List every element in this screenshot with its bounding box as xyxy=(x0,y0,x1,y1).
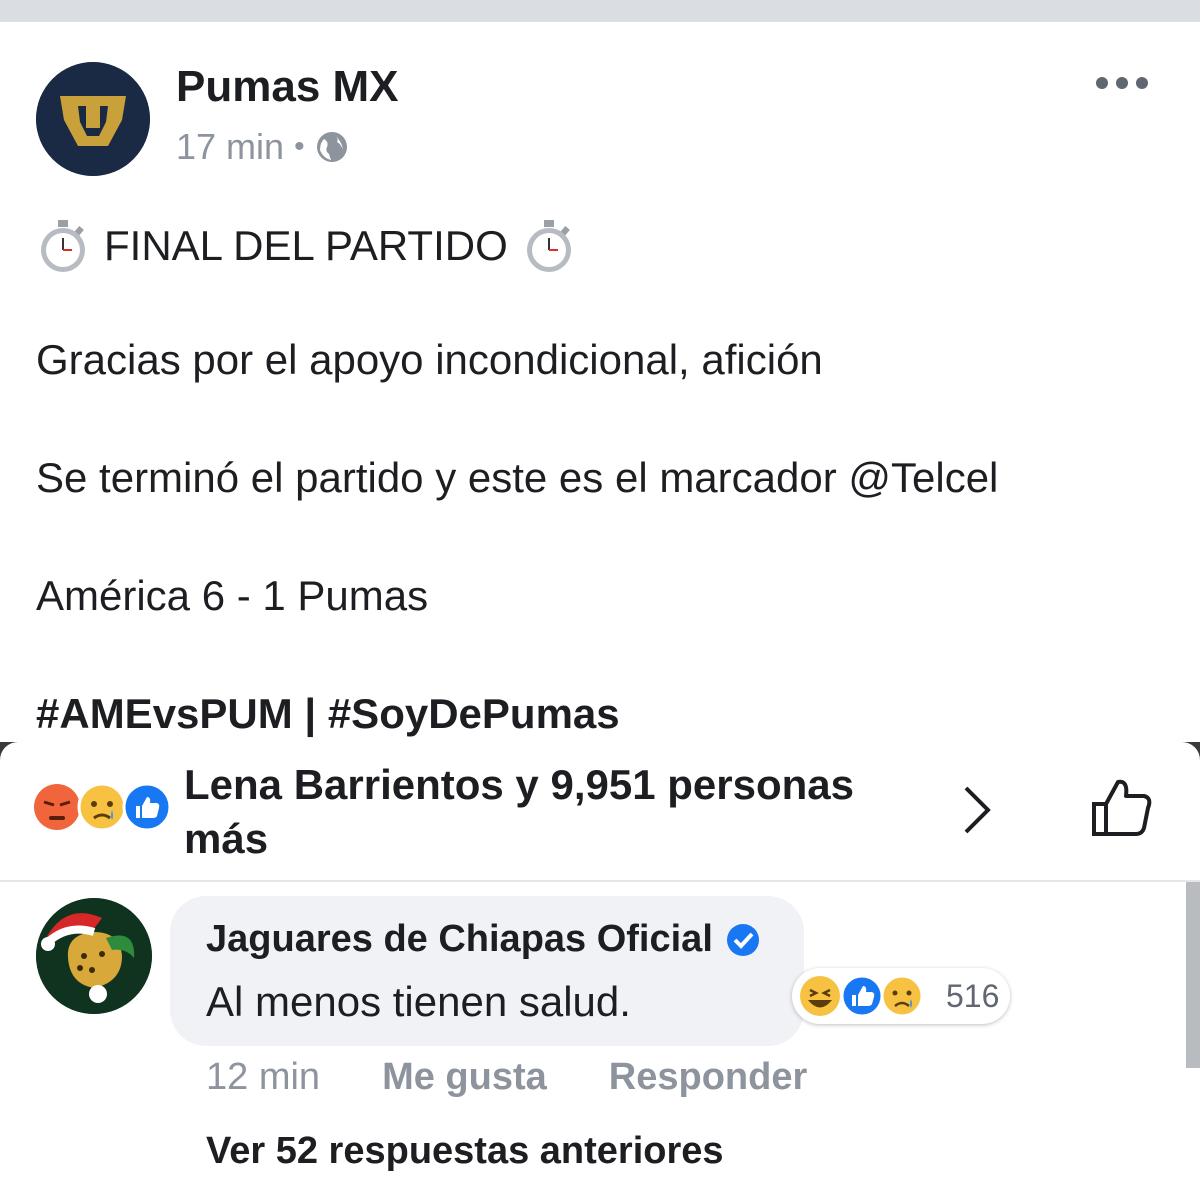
page-name[interactable]: Pumas MX xyxy=(176,62,399,112)
post-line-2: Gracias por el apoyo incondicional, afic… xyxy=(36,336,823,383)
like-reaction-icon xyxy=(840,974,884,1018)
comment-reaction-count: 516 xyxy=(946,977,1000,1014)
post-score-line: América 6 - 1 Pumas xyxy=(36,572,429,619)
angry-reaction-icon xyxy=(34,784,80,830)
globe-icon xyxy=(316,132,347,162)
comment-reactions[interactable]: 516 xyxy=(792,968,1010,1024)
stopwatch-icon xyxy=(526,220,571,272)
comment-time[interactable]: 12 min xyxy=(206,1056,320,1099)
jaguares-logo-icon xyxy=(36,898,152,1014)
like-thumb-icon[interactable] xyxy=(1088,774,1154,840)
comment-reply-button[interactable]: Responder xyxy=(609,1056,807,1099)
scrollbar[interactable] xyxy=(1186,882,1200,1068)
sad-reaction-icon xyxy=(880,974,924,1018)
top-divider xyxy=(0,0,1200,22)
chevron-right-icon[interactable] xyxy=(956,780,996,840)
post-line-1: FINAL DEL PARTIDO xyxy=(104,222,508,269)
comment-actions: 12 min Me gusta Responder xyxy=(206,1056,807,1099)
comment-author-name[interactable]: Jaguares de Chiapas Oficial xyxy=(206,918,713,961)
comment-author[interactable]: Jaguares de Chiapas Oficial xyxy=(206,918,761,961)
more-dot xyxy=(1096,77,1108,89)
post-time[interactable]: 17 min xyxy=(176,126,284,168)
reaction-icons[interactable] xyxy=(30,780,180,834)
reaction-icon-stack xyxy=(34,782,172,832)
pumas-avatar[interactable] xyxy=(36,62,150,176)
pumas-logo-icon xyxy=(36,62,150,176)
comment-text: Al menos tienen salud. xyxy=(206,978,631,1025)
like-reaction-icon xyxy=(122,782,172,832)
jaguares-avatar[interactable] xyxy=(36,898,152,1014)
meta-separator: • xyxy=(294,130,305,163)
reaction-summary[interactable]: Lena Barrientos y 9,951 personas más xyxy=(184,758,924,866)
post-hashtags[interactable]: #AMEvsPUM | #SoyDePumas xyxy=(36,690,620,738)
more-dot xyxy=(1136,77,1148,89)
more-dot xyxy=(1116,77,1128,89)
section-divider xyxy=(0,880,1200,882)
post-meta: 17 min • xyxy=(176,126,349,168)
comment-like-button[interactable]: Me gusta xyxy=(382,1056,547,1099)
post-headline: FINAL DEL PARTIDO xyxy=(36,218,576,274)
comment-reaction-icons xyxy=(800,974,924,1018)
stopwatch-icon xyxy=(41,220,85,272)
view-previous-replies-link[interactable]: Ver 52 respuestas anteriores xyxy=(206,1130,724,1173)
post-line-3: Se terminó el partido y este es el marca… xyxy=(36,454,999,501)
sad-reaction-icon xyxy=(77,782,127,832)
haha-reaction-icon xyxy=(800,976,840,1016)
verified-badge-icon xyxy=(726,923,759,956)
more-options-icon[interactable] xyxy=(1096,66,1148,100)
